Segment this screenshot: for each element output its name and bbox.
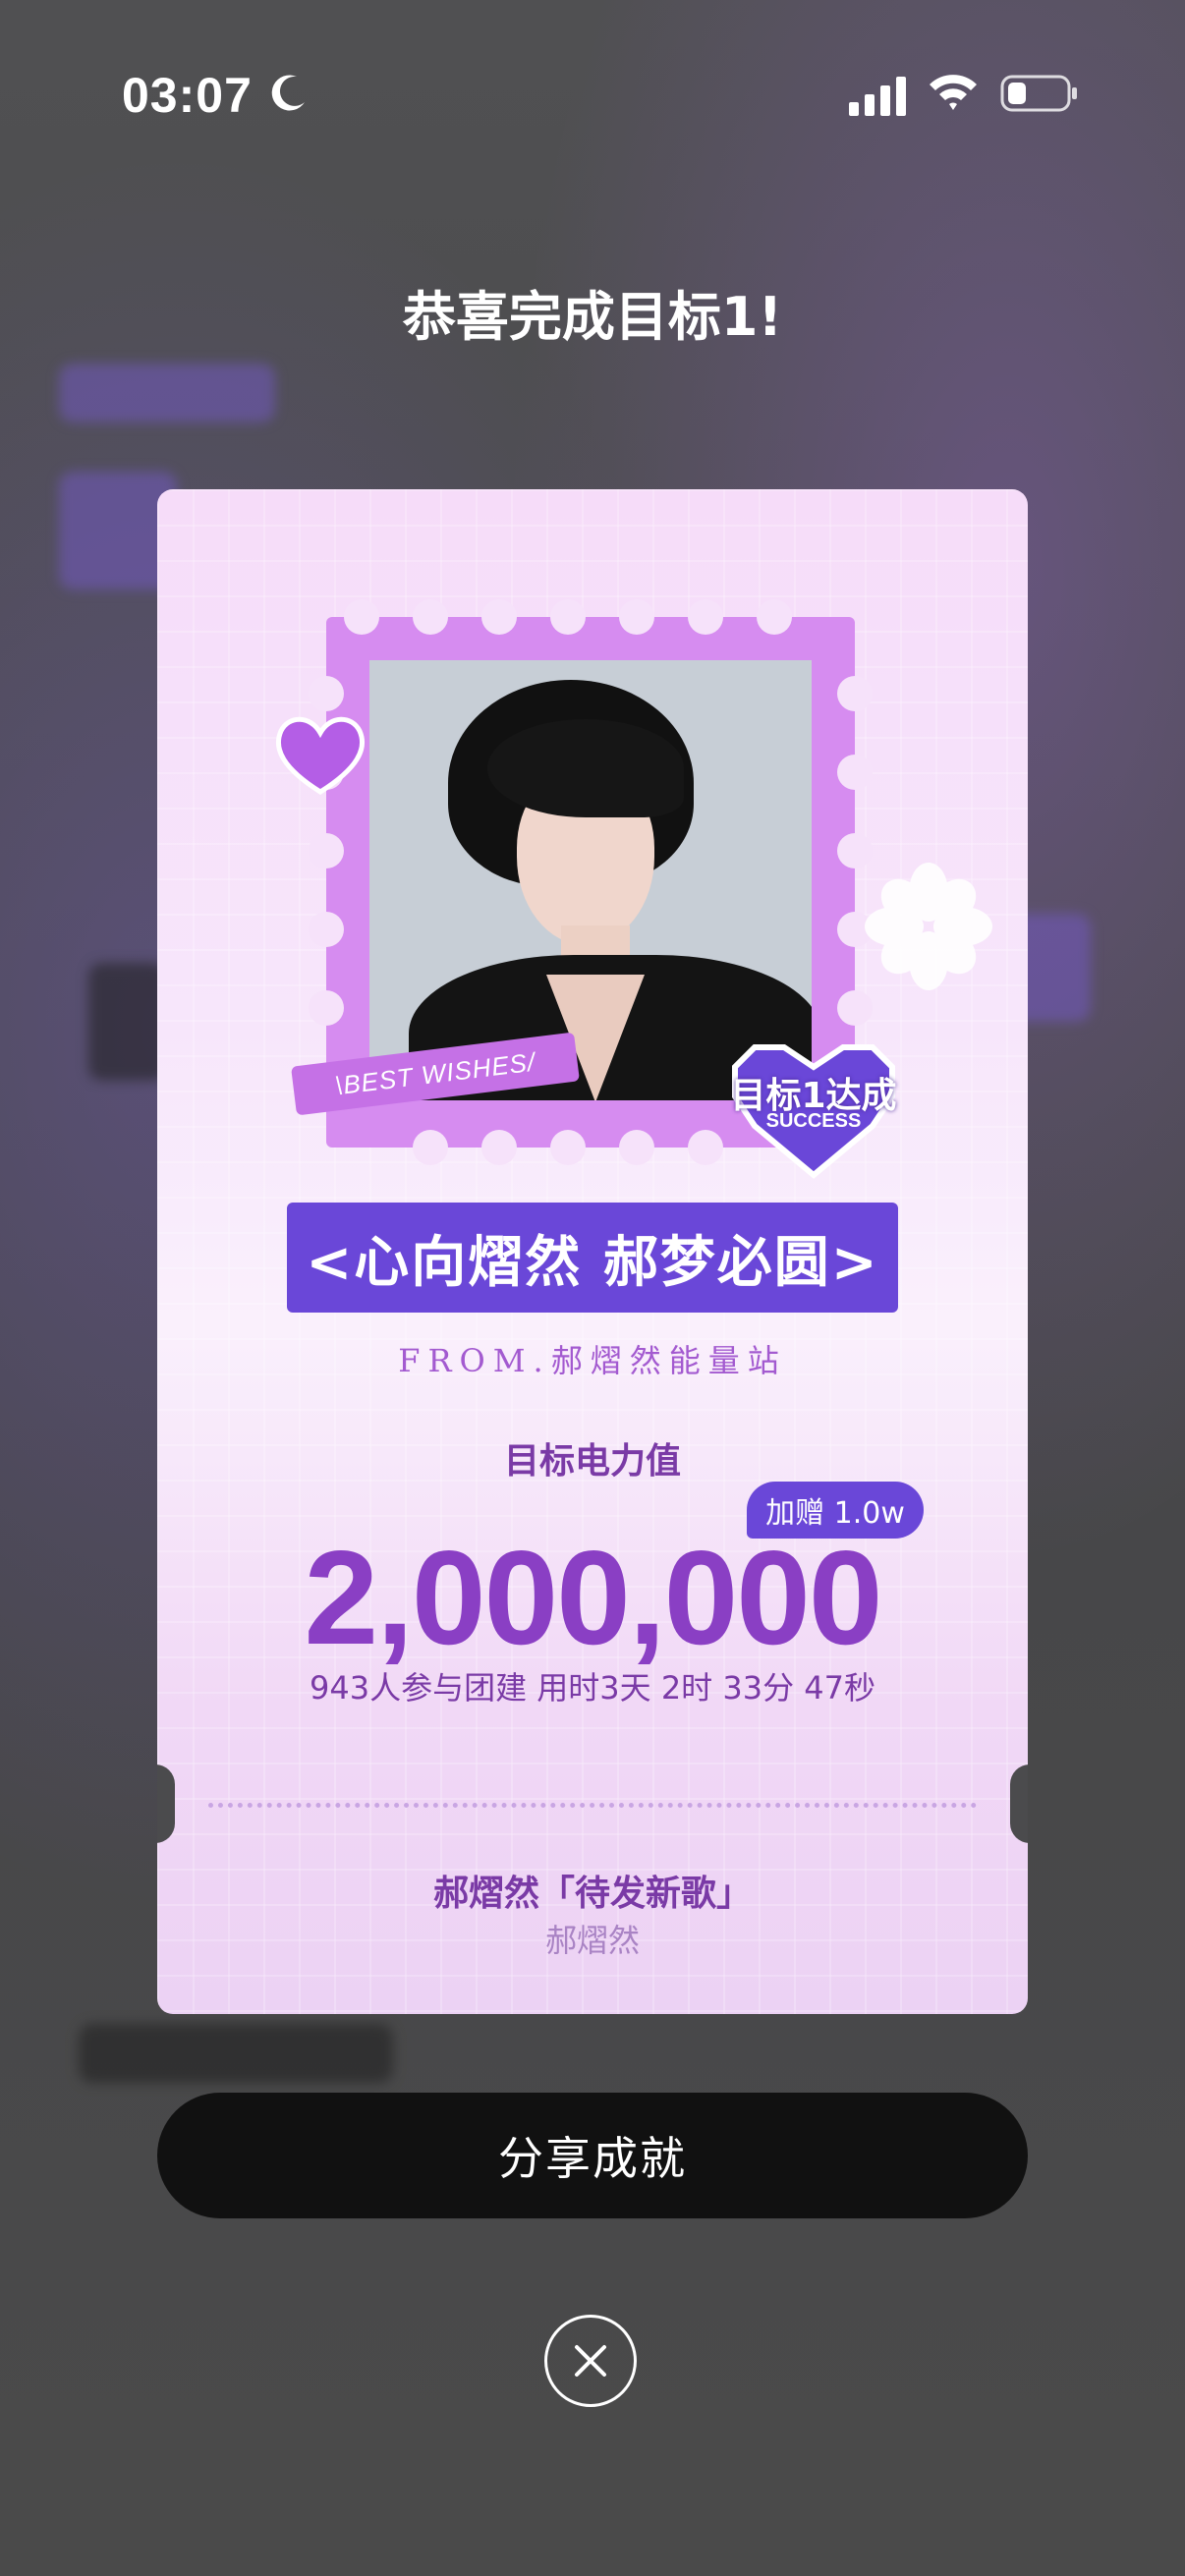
bg-shape [79,2024,393,2083]
heart-icon [275,716,366,795]
stamp-hole [837,990,873,1026]
stamp-hole [481,1130,517,1165]
stamp-hole [619,599,654,635]
stamp-hole [837,676,873,711]
stamp-hole [550,599,586,635]
song-artist: 郝熠然 [544,1922,640,1959]
close-button[interactable] [544,2315,637,2407]
bg-shape [59,364,275,422]
share-achievement-button[interactable]: 分享成就 [157,2093,1028,2218]
flower-icon [865,863,992,990]
stamp-hole [309,833,344,868]
stamp-hole [619,1130,654,1165]
stamp-hole [550,1130,586,1165]
ticket-notch-left [157,1764,175,1843]
stamp-hole [688,599,723,635]
stamp-hole [413,1130,448,1165]
ticket-notch-right [1010,1764,1028,1843]
participation-stats: 943人参与团建 用时3天 2时 33分 47秒 [310,1669,875,1707]
badge-sub-text: SUCCESS [765,1110,862,1132]
stamp-hole [309,912,344,947]
stamp-hole [309,990,344,1026]
stamp-hole [413,599,448,635]
status-bar: 03:07 [0,59,1185,138]
stamp-hole [757,599,792,635]
wifi-icon [930,75,977,110]
status-time: 03:07 [122,68,253,123]
achievement-card: \BEST WISHES/ 目标1达成 SUCCESS <心向熠然 郝梦必圆> … [157,489,1028,2014]
slogan-banner: <心向熠然 郝梦必圆> [287,1203,898,1313]
stamp-hole [309,676,344,711]
close-icon [575,2345,606,2377]
target-label: 目标电力值 [503,1441,681,1482]
moon-icon [271,75,305,111]
signal-icon [849,77,906,116]
stamp-hole [344,599,379,635]
stamp-hole [481,599,517,635]
from-label: FROM.郝熠然能量站 [398,1342,787,1379]
bg-shape [88,963,167,1081]
goal-badge: 目标1达成 SUCCESS [715,1028,912,1185]
target-value: 2,000,000 [304,1523,882,1672]
photo-bangs [487,719,684,817]
page-title: 恭喜完成目标1! [402,286,783,348]
ticket-divider [208,1803,977,1808]
stamp-hole [837,755,873,790]
battery-icon [1000,75,1077,112]
song-title: 郝熠然「待发新歌」 [432,1874,752,1914]
